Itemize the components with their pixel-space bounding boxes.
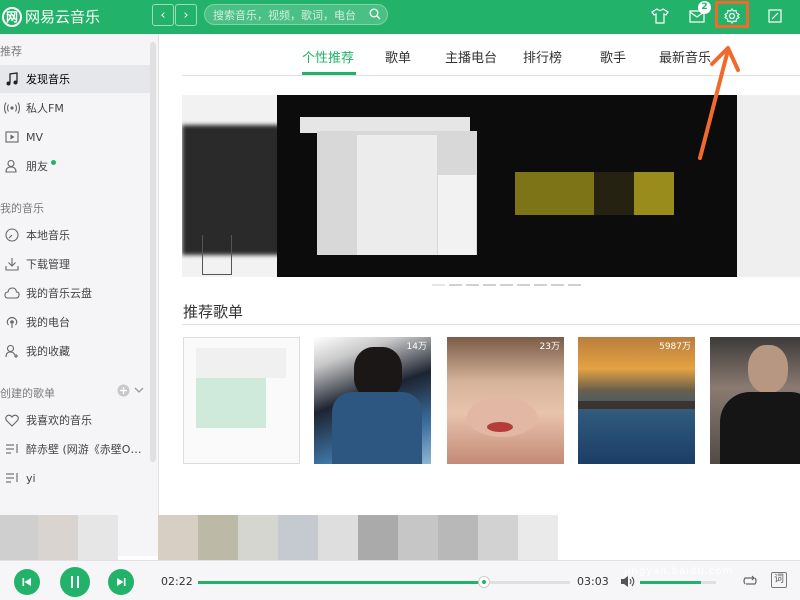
sidebar-item-label: 我喜欢的音乐 [26,414,92,427]
podcast-icon [4,314,20,330]
search-box[interactable] [204,4,388,25]
disc-icon [4,227,20,243]
sidebar-item-cloud-drive[interactable]: 我的音乐云盘 [0,279,150,307]
section-title-recommend: 推荐 [0,45,22,58]
title-bar: 网 网易云音乐 ‹ › 2 [0,0,800,34]
sidebar-item-liked-music[interactable]: 我喜欢的音乐 [0,406,150,434]
svg-text:经验: 经验 [730,538,774,564]
download-icon [4,256,20,272]
music-note-icon [4,71,20,87]
settings-highlight-box [715,1,749,28]
search-input[interactable] [213,7,363,23]
tab-artists[interactable]: 歌手 [600,47,626,66]
playlist-icon [4,470,20,486]
heart-icon [4,412,20,428]
mini-mode-icon[interactable] [764,5,786,27]
app-logo[interactable]: 网 网易云音乐 [2,6,100,27]
previous-icon [22,578,31,586]
search-icon[interactable] [369,8,381,20]
sidebar-item-label: 醉赤壁 (网游《赤壁Online》主题曲) [26,443,148,456]
sidebar-item-label: yi [26,471,36,485]
section-title-created-playlists: 创建的歌单 [0,387,55,400]
play-count: 23万 [539,342,560,352]
tab-dj-radio[interactable]: 主播电台 [445,47,497,66]
sidebar-item-label: MV [26,130,44,144]
playlist-card[interactable]: 14万 [314,337,431,464]
sidebar-item-label: 发现音乐 [26,73,70,86]
app-name: 网易云音乐 [25,8,101,26]
svg-text:du: du [696,541,720,563]
sidebar-item-my-radio[interactable]: 我的电台 [0,308,150,336]
sidebar-item-label: 下载管理 [26,258,70,271]
play-count: 5987万 [659,342,691,352]
sidebar-item-local-music[interactable]: 本地音乐 [0,221,150,249]
annotation-arrow-icon [698,46,740,160]
sidebar-item-friends[interactable]: 朋友 [0,152,150,180]
progress-bar[interactable] [198,576,570,588]
tab-playlists[interactable]: 歌单 [385,47,411,66]
cloud-icon [4,285,20,301]
forward-button[interactable]: › [175,4,197,26]
total-time: 03:03 [577,575,609,588]
sidebar-item-collection[interactable]: 我的收藏 [0,337,150,365]
playlist-card[interactable] [710,337,800,464]
banner-pager[interactable] [432,284,581,286]
sidebar-item-discover[interactable]: 发现音乐 [0,65,150,93]
watermark-url: jingyan.baidu.com [624,566,734,577]
sidebar-item-label: 朋友 [26,160,48,173]
tab-personal-recommend[interactable]: 个性推荐 [302,47,354,66]
sidebar-scrollbar[interactable] [150,42,156,462]
back-button[interactable]: ‹ [152,4,174,26]
playlist-card[interactable]: 5987万 [578,337,695,464]
friends-icon [4,158,20,174]
progress-handle[interactable] [478,576,491,588]
playlist-icon [4,441,20,457]
current-time: 02:22 [161,575,193,588]
sidebar-item-downloads[interactable]: 下载管理 [0,250,150,278]
sidebar: 推荐 发现音乐 私人FM MV 朋友 我的音乐 本地音乐 下载管理 我的音乐云盘… [0,34,159,556]
add-playlist-icon[interactable] [117,384,130,397]
collect-icon [4,343,20,359]
recommended-playlists-title: 推荐歌单 [183,303,244,321]
logo-mark-icon: 网 [2,6,22,27]
sidebar-item-playlist[interactable]: 醉赤壁 (网游《赤壁Online》主题曲) [0,435,150,463]
pause-button[interactable] [60,567,90,597]
next-button[interactable] [108,569,134,595]
skin-icon[interactable] [649,5,671,27]
sidebar-item-playlist[interactable]: yi [0,464,150,492]
sidebar-item-label: 本地音乐 [26,229,70,242]
sidebar-item-label: 我的音乐云盘 [26,287,92,300]
sidebar-item-label: 我的电台 [26,316,70,329]
playlist-card[interactable]: 23万 [447,337,564,464]
sidebar-item-fm[interactable]: 私人FM [0,94,150,122]
radio-wave-icon [4,100,20,116]
play-count: 14万 [406,342,427,352]
playlist-card[interactable] [183,337,300,464]
sidebar-item-label: 私人FM [26,102,64,115]
mail-badge: 2 [698,1,711,14]
pause-icon [71,576,79,588]
progress-fill [198,581,485,584]
sidebar-item-label: 我的收藏 [26,345,70,358]
sidebar-item-mv[interactable]: MV [0,123,150,151]
tab-underline [302,72,356,75]
tab-charts[interactable]: 排行榜 [523,47,562,66]
next-icon [117,578,126,586]
new-activity-dot [51,159,56,165]
video-icon [4,129,20,145]
svg-text:Bai: Bai [614,534,654,564]
previous-button[interactable] [14,569,40,595]
chevron-down-icon[interactable] [134,387,144,394]
section-title-my-music: 我的音乐 [0,202,44,215]
divider [182,324,800,325]
